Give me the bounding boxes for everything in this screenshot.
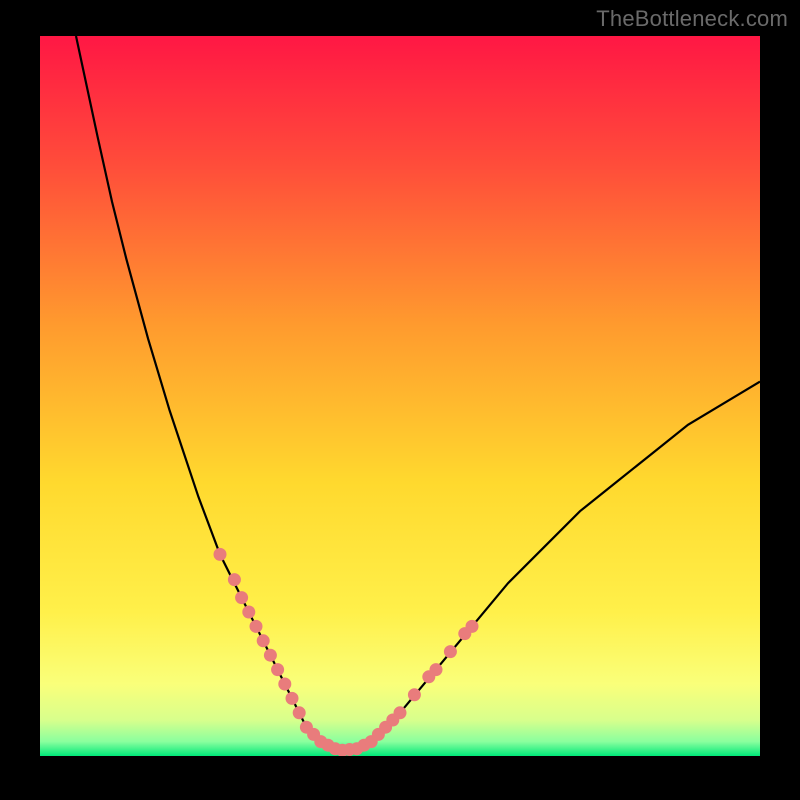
highlight-dot bbox=[271, 663, 284, 676]
highlight-dot bbox=[250, 620, 263, 633]
highlight-dot bbox=[466, 620, 479, 633]
highlight-dot bbox=[408, 688, 421, 701]
highlight-dot bbox=[430, 663, 443, 676]
bottleneck-curve bbox=[76, 36, 760, 750]
highlight-dot bbox=[444, 645, 457, 658]
chart-stage: TheBottleneck.com bbox=[0, 0, 800, 800]
highlight-dot bbox=[264, 649, 277, 662]
highlight-dot bbox=[394, 706, 407, 719]
plot-area bbox=[40, 36, 760, 756]
highlight-dot bbox=[235, 591, 248, 604]
highlight-dot bbox=[293, 706, 306, 719]
highlight-dot bbox=[228, 573, 241, 586]
highlight-dot bbox=[286, 692, 299, 705]
curve-layer bbox=[40, 36, 760, 756]
highlight-dot bbox=[257, 634, 270, 647]
watermark-text: TheBottleneck.com bbox=[596, 6, 788, 32]
highlight-dot bbox=[214, 548, 227, 561]
highlight-dots bbox=[214, 548, 479, 756]
highlight-dot bbox=[278, 678, 291, 691]
highlight-dot bbox=[242, 606, 255, 619]
